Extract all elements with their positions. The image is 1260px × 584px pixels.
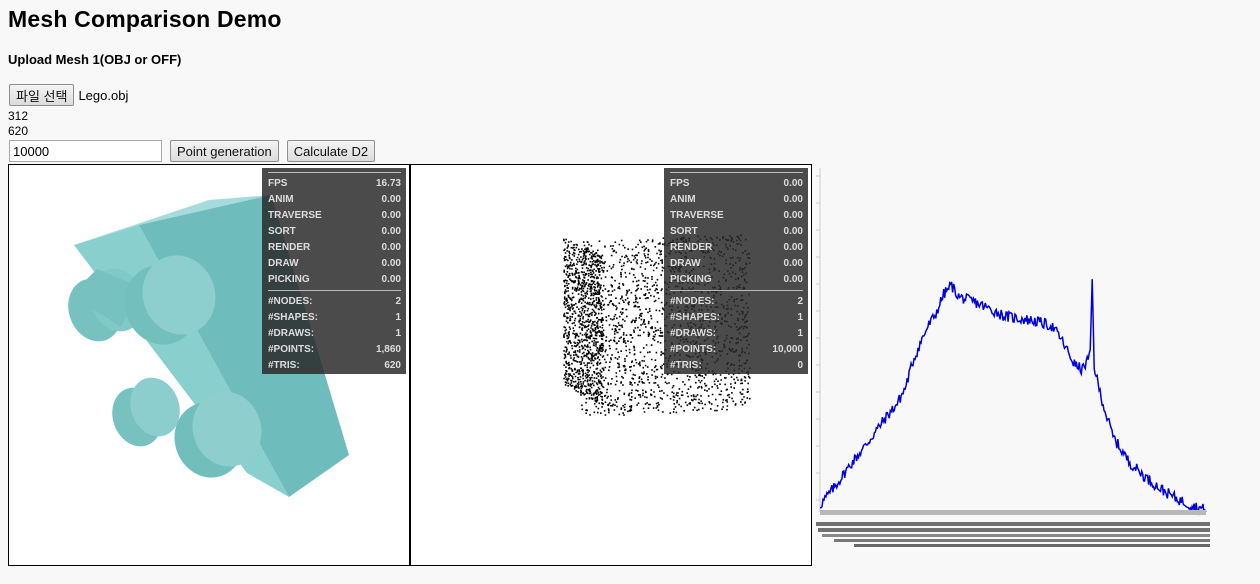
stat-label: DRAW: [268, 258, 299, 269]
stat-row: FPS 0.00: [670, 176, 803, 192]
stat-value: 0.00: [381, 258, 401, 269]
stat-row: #TRIS: 620: [268, 358, 401, 374]
x-tick-label-band: [834, 539, 1210, 542]
point-count-input[interactable]: [9, 140, 162, 162]
d2-series-line: [819, 279, 1207, 516]
stats-panel: FPS 0.00 ANIM 0.00 TRAVERSE 0.00 SORT 0.00 RENDE…: [664, 168, 808, 374]
stat-value: 0.00: [783, 210, 803, 221]
selected-file-name: Lego.obj: [78, 87, 129, 103]
calculate-d2-button[interactable]: Calculate D2: [286, 140, 376, 162]
stat-value: 10,000: [772, 344, 803, 355]
file-upload-row: 파일 선택 Lego.obj: [9, 84, 128, 106]
stat-row: #NODES: 2: [268, 294, 401, 310]
stat-label: #SHAPES:: [670, 312, 721, 323]
stat-value: 0: [797, 360, 803, 371]
x-tick-label-band: [816, 522, 1210, 526]
stat-label: TRAVERSE: [670, 210, 724, 221]
point-cloud-viewport[interactable]: FPS 0.00 ANIM 0.00 TRAVERSE 0.00 SORT 0.00 RENDE…: [410, 164, 812, 566]
stat-value: 1: [797, 312, 803, 323]
stat-label: RENDER: [268, 242, 311, 253]
stat-row: #NODES: 2: [670, 294, 803, 310]
point-generation-button[interactable]: Point generation: [170, 140, 279, 162]
stat-label: #TRIS:: [670, 360, 702, 371]
stat-row: FPS 16.73: [268, 176, 401, 192]
stat-value: 0.00: [381, 210, 401, 221]
stat-label: ANIM: [268, 194, 294, 205]
stat-value: 1: [395, 312, 401, 323]
page-title: Mesh Comparison Demo: [8, 6, 282, 32]
stat-label: PICKING: [670, 274, 712, 285]
stat-value: 1,860: [375, 344, 401, 355]
stat-row: #DRAWS: 1: [268, 326, 401, 342]
stats-panel: FPS 16.73 ANIM 0.00 TRAVERSE 0.00 SORT 0.00 REND…: [262, 168, 406, 374]
stat-label: #TRIS:: [268, 360, 300, 371]
stat-value: 0.00: [783, 194, 803, 205]
stat-value: 16.73: [375, 178, 401, 189]
x-tick-label-band: [820, 510, 1206, 515]
stat-value: 0.00: [381, 242, 401, 253]
stat-value: 0.00: [381, 274, 401, 285]
stat-row: #POINTS: 10,000: [670, 342, 803, 358]
stat-value: 1: [797, 328, 803, 339]
stat-value: 0.00: [783, 258, 803, 269]
stat-label: #SHAPES:: [268, 312, 319, 323]
stat-value: 0.00: [381, 226, 401, 237]
stat-row: #DRAWS: 1: [670, 326, 803, 342]
controls-row: Point generation Calculate D2: [9, 140, 376, 162]
stat-value: 0.00: [783, 178, 803, 189]
stat-label: #NODES:: [670, 296, 715, 307]
stat-label: DRAW: [670, 258, 701, 269]
stat-row: RENDER 0.00: [268, 240, 401, 256]
stat-value: 0.00: [783, 274, 803, 285]
stat-label: #POINTS:: [268, 344, 315, 355]
d2-chart-svg: [816, 168, 1210, 547]
stat-row: ANIM 0.00: [670, 192, 803, 208]
stat-value: 1: [395, 328, 401, 339]
stat-label: SORT: [670, 226, 698, 237]
stat-value: 2: [395, 296, 401, 307]
stat-label: TRAVERSE: [268, 210, 322, 221]
stat-row: ANIM 0.00: [268, 192, 401, 208]
stat-label: FPS: [670, 178, 690, 189]
stat-value: 0.00: [783, 242, 803, 253]
choose-file-button[interactable]: 파일 선택: [9, 84, 75, 106]
stat-label: ANIM: [670, 194, 696, 205]
stat-label: #DRAWS:: [268, 328, 315, 339]
stat-label: RENDER: [670, 242, 713, 253]
stat-row: TRAVERSE 0.00: [268, 208, 401, 224]
upload-label: Upload Mesh 1(OBJ or OFF): [8, 52, 182, 67]
stat-label: FPS: [268, 178, 288, 189]
stat-row: RENDER 0.00: [670, 240, 803, 256]
stat-label: #NODES:: [268, 296, 313, 307]
vertex-count: 312: [8, 109, 29, 123]
stat-row: TRAVERSE 0.00: [670, 208, 803, 224]
stat-label: #POINTS:: [670, 344, 717, 355]
stat-row: #SHAPES: 1: [268, 310, 401, 326]
stat-row: #TRIS: 0: [670, 358, 803, 374]
stat-row: #SHAPES: 1: [670, 310, 803, 326]
stat-label: SORT: [268, 226, 296, 237]
d2-distribution-chart: [814, 168, 1214, 552]
stat-row: PICKING 0.00: [268, 272, 401, 288]
x-tick-label-band: [822, 534, 1210, 537]
face-count: 620: [8, 124, 29, 138]
stat-label: #DRAWS:: [670, 328, 717, 339]
x-tick-label-band: [818, 528, 1210, 532]
stat-value: 0.00: [783, 226, 803, 237]
stat-row: SORT 0.00: [268, 224, 401, 240]
stat-row: DRAW 0.00: [268, 256, 401, 272]
stat-value: 2: [797, 296, 803, 307]
stat-value: 620: [384, 360, 401, 371]
stat-row: #POINTS: 1,860: [268, 342, 401, 358]
stat-label: PICKING: [268, 274, 310, 285]
stat-row: DRAW 0.00: [670, 256, 803, 272]
mesh-viewport[interactable]: FPS 16.73 ANIM 0.00 TRAVERSE 0.00 SORT 0.00 REND…: [8, 164, 410, 566]
stat-row: SORT 0.00: [670, 224, 803, 240]
stat-row: PICKING 0.00: [670, 272, 803, 288]
x-tick-label-band: [854, 544, 1210, 547]
stat-value: 0.00: [381, 194, 401, 205]
